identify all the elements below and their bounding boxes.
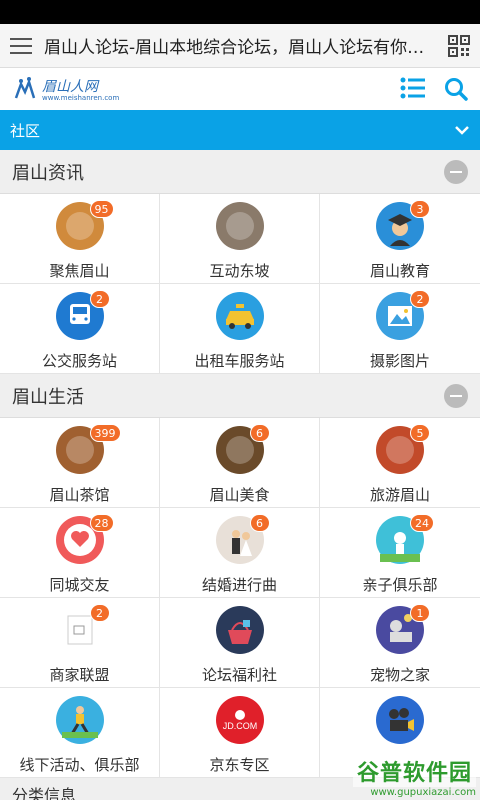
qr-code-icon[interactable] [448,34,470,57]
watermark: 谷普软件园 www.gupuxiazai.com [352,755,476,798]
unread-count-badge: 2 [89,290,110,308]
gift-basket-icon [215,606,264,654]
bus-icon: 2 [55,290,110,340]
forum-board-item[interactable]: 2 摄影图片 [320,284,480,374]
forum-board-item[interactable]: 2 商家联盟 [0,598,160,688]
runner-icon [55,696,104,744]
board-label: 互动东坡 [209,262,270,280]
page-title: 眉山人论坛-眉山本地综合论坛，眉山人论坛有你更... [44,38,438,58]
site-header: 眉山人网 www.meishanren.com [0,68,480,110]
category-label: 社区 [10,121,41,140]
watermark-url: www.gupuxiazai.com [370,787,476,798]
logo-text: 眉山人网 [42,79,98,95]
board-label: 眉山茶馆 [49,486,110,504]
forum-board-item[interactable]: 2 公交服务站 [0,284,160,374]
unread-count-badge: 6 [249,424,270,442]
board-label: 同城交友 [49,576,110,594]
board-label: 眉山教育 [369,262,430,280]
forum-board-item[interactable]: 24 亲子俱乐部 [320,508,480,598]
svg-text:JD.COM: JD.COM [222,721,257,731]
family-icon: 24 [376,514,434,564]
site-logo[interactable]: 眉山人网 www.meishanren.com [12,76,119,102]
forum-grid: 399 眉山茶馆 6 眉山美食 5 旅游眉山 28 同城交友 6 结婚进行曲 2… [0,418,480,778]
taxi-icon [215,292,264,340]
board-label: 摄影图片 [369,352,430,370]
forum-sections: 眉山资讯 95 聚焦眉山 互动东坡 3 眉山教育 2 公交服务站 出租车服务站 … [0,150,480,778]
board-label: 京东专区 [209,756,270,774]
statue-photo-icon [215,202,264,250]
unread-count-badge: 3 [410,200,430,218]
board-label: 旅游眉山 [369,486,430,504]
board-label: 结婚进行曲 [201,576,277,594]
unread-count-badge: 24 [410,514,434,532]
tea-icon: 399 [55,424,121,474]
board-label: 公交服务站 [41,352,117,370]
food-icon: 6 [215,424,270,474]
chevron-down-icon [455,126,469,135]
unread-count-badge: 2 [89,604,110,622]
list-icon[interactable] [400,77,426,99]
board-label: 亲子俱乐部 [362,576,438,594]
search-icon[interactable] [444,77,468,101]
travel-icon: 5 [376,424,430,474]
graduate-icon: 3 [376,200,430,250]
section-title: 分类信息 [12,786,77,800]
board-label: 宠物之家 [369,666,430,684]
wedding-icon: 6 [215,514,270,564]
unread-count-badge: 1 [410,604,430,622]
forum-board-item[interactable]: 线下活动、俱乐部 [0,688,160,778]
forum-board-item[interactable]: 399 眉山茶馆 [0,418,160,508]
forum-board-item[interactable]: 5 旅游眉山 [320,418,480,508]
collapse-icon[interactable] [444,383,468,408]
broken-image-icon: 2 [56,604,110,654]
forum-board-item[interactable]: JD.COM 京东专区 [160,688,320,778]
forum-board-item[interactable]: 3 眉山教育 [320,194,480,284]
forum-board-item[interactable]: 论坛福利社 [160,598,320,688]
forum-board-item[interactable]: 1 宠物之家 [320,598,480,688]
heart-chat-icon: 28 [55,514,114,564]
forum-board-item[interactable]: 6 眉山美食 [160,418,320,508]
collapse-icon[interactable] [444,159,468,184]
browser-toolbar: 眉山人论坛-眉山本地综合论坛，眉山人论坛有你更... [0,24,480,68]
section-title: 眉山生活 [12,386,84,408]
unread-count-badge: 5 [410,424,430,442]
photo-icon: 2 [376,290,430,340]
watermark-logo: 谷普软件园 [352,755,476,787]
section-header: 眉山生活 [0,374,480,418]
forum-board-item[interactable]: 6 结婚进行曲 [160,508,320,598]
hamburger-menu-icon[interactable] [10,37,32,54]
unread-count-badge: 28 [89,514,114,532]
unread-count-badge: 2 [410,290,430,308]
logo-subtext: www.meishanren.com [42,94,120,102]
forum-board-item[interactable]: 出租车服务站 [160,284,320,374]
logo-figure-icon [14,77,36,99]
board-label: 线下活动、俱乐部 [19,756,140,774]
forum-board-item[interactable]: 28 同城交友 [0,508,160,598]
forum-board-item[interactable]: 95 聚焦眉山 [0,194,160,284]
section-title: 眉山资讯 [12,162,84,184]
unread-count-badge: 6 [249,514,270,532]
board-label: 商家联盟 [49,666,110,684]
section-header: 眉山资讯 [0,150,480,194]
unread-count-badge: 399 [89,424,121,442]
forum-grid: 95 聚焦眉山 互动东坡 3 眉山教育 2 公交服务站 出租车服务站 2 摄影图… [0,194,480,374]
projector-icon [376,696,424,744]
jd-icon: JD.COM [215,696,264,744]
board-label: 论坛福利社 [201,666,277,684]
pet-icon: 1 [376,604,430,654]
forum-board-item[interactable]: 互动东坡 [160,194,320,284]
category-bar[interactable]: 社区 [0,110,480,150]
board-label: 出租车服务站 [194,352,285,370]
unread-count-badge: 95 [89,200,114,218]
board-label: 聚焦眉山 [49,262,110,280]
city-photo-icon: 95 [55,200,114,250]
board-label: 眉山美食 [209,486,270,504]
status-bar [0,0,480,24]
